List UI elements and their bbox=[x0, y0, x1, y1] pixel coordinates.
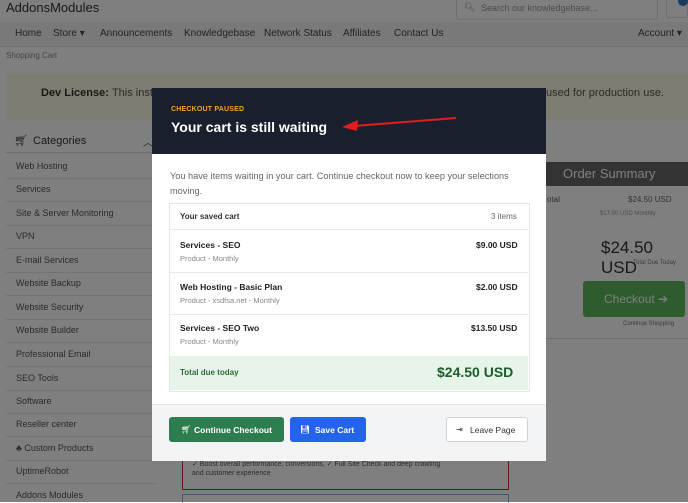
cart-item-name: Services - SEO Two bbox=[180, 323, 260, 333]
divider bbox=[170, 314, 528, 315]
cart-item-detail: Product - Monthly bbox=[180, 337, 239, 346]
saved-cart-count: 3 items bbox=[491, 212, 517, 221]
cart-item-name: Web Hosting - Basic Plan bbox=[180, 282, 283, 292]
cart-item-detail: Product - Monthly bbox=[180, 254, 239, 263]
save-cart-label: Save Cart bbox=[315, 425, 355, 435]
red-arrow-annotation bbox=[342, 117, 457, 131]
divider bbox=[170, 272, 528, 273]
cart-item-price: $9.00 USD bbox=[476, 240, 518, 250]
cart-item-price: $2.00 USD bbox=[476, 282, 518, 292]
divider bbox=[170, 229, 528, 230]
total-due-label: Total due today bbox=[180, 368, 239, 377]
modal-title: Your cart is still waiting bbox=[171, 119, 328, 135]
modal-description: You have items waiting in your cart. Con… bbox=[170, 171, 509, 196]
modal-eyebrow: CHECKOUT PAUSED bbox=[171, 106, 245, 113]
continue-checkout-label: Continue Checkout bbox=[194, 425, 272, 435]
exit-icon: ⇥ bbox=[456, 425, 463, 434]
saved-cart-title: Your saved cart bbox=[180, 212, 240, 221]
cart-item-detail: Product - xsdfsa.net - Monthly bbox=[180, 296, 280, 305]
save-icon: 💾︎ bbox=[300, 425, 311, 434]
cart-item-price: $13.50 USD bbox=[471, 323, 518, 333]
total-due-value: $24.50 USD bbox=[437, 364, 514, 380]
cart-icon: 🛒︎ bbox=[181, 425, 192, 434]
leave-page-label: Leave Page bbox=[470, 425, 516, 435]
cart-item-name: Services - SEO bbox=[180, 240, 241, 250]
